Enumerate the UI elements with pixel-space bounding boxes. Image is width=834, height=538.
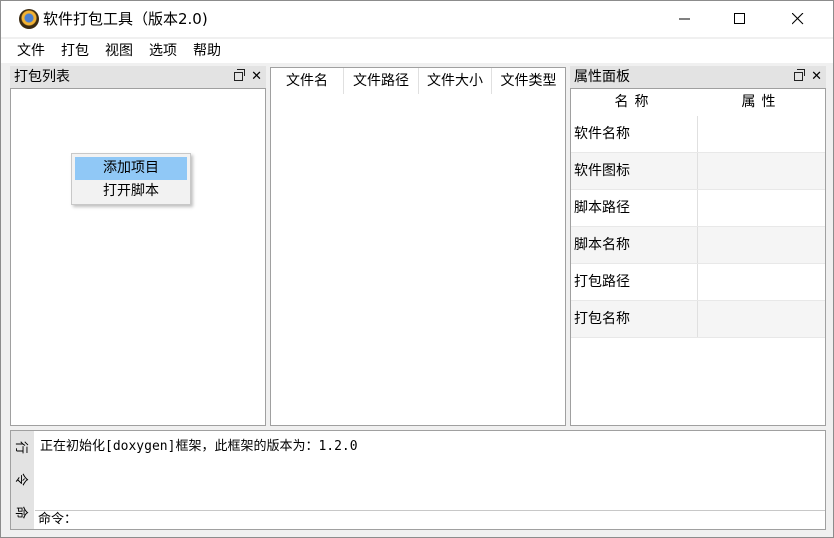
column-value[interactable]: 属性 <box>698 89 825 116</box>
properties-table-header: 名称 属性 <box>571 89 825 116</box>
menu-help[interactable]: 帮助 <box>186 39 228 63</box>
maximize-button[interactable] <box>711 1 769 37</box>
menu-file[interactable]: 文件 <box>10 39 52 63</box>
property-name: 脚本路径 <box>571 190 698 226</box>
property-row[interactable]: 脚本名称 <box>571 227 825 264</box>
menu-view[interactable]: 视图 <box>98 39 140 63</box>
property-value[interactable] <box>698 190 825 226</box>
property-row[interactable]: 软件图标 <box>571 153 825 190</box>
command-input[interactable] <box>77 511 825 529</box>
float-icon[interactable] <box>794 69 806 81</box>
add-project-menu-item[interactable]: 添加项目 <box>75 157 187 180</box>
console-output: 正在初始化[doxygen]框架，此框架的版本为：1.2.0 <box>40 439 358 454</box>
close-icon[interactable]: ✕ <box>251 66 262 88</box>
property-value[interactable] <box>698 301 825 337</box>
property-row[interactable]: 打包名称 <box>571 301 825 338</box>
float-icon[interactable] <box>234 69 246 81</box>
property-value[interactable] <box>698 116 825 152</box>
properties-header: 属性面板 ✕ <box>570 66 826 88</box>
property-name: 打包名称 <box>571 301 698 337</box>
column-file-name[interactable]: 文件名 <box>271 68 344 94</box>
property-value[interactable] <box>698 153 825 189</box>
maximize-icon <box>734 13 745 24</box>
property-name: 打包路径 <box>571 264 698 300</box>
app-icon <box>19 9 39 29</box>
console-side-tab[interactable]: 行 令 命 <box>11 431 34 529</box>
title-bar: 软件打包工具（版本2.0) <box>1 1 833 37</box>
properties-table: 名称 属性 软件名称 软件图标 脚本路径 脚本名称 打包路径 打包名称 <box>571 89 825 338</box>
menu-bar: 文件 打包 视图 选项 帮助 <box>1 39 833 63</box>
context-menu: 添加项目 打开脚本 <box>71 153 191 205</box>
property-value[interactable] <box>698 227 825 263</box>
property-row[interactable]: 打包路径 <box>571 264 825 301</box>
close-button[interactable] <box>769 1 827 37</box>
column-file-size[interactable]: 文件大小 <box>419 68 492 94</box>
column-name[interactable]: 名称 <box>571 89 698 116</box>
window-title: 软件打包工具（版本2.0) <box>43 10 208 28</box>
close-icon <box>792 13 804 25</box>
command-prompt: 命令： <box>38 512 78 527</box>
console-side-char: 命 <box>12 506 28 520</box>
file-table-header: 文件名 文件路径 文件大小 文件类型 <box>271 68 565 94</box>
console-panel: 行 令 命 正在初始化[doxygen]框架，此框架的版本为：1.2.0 命令： <box>10 430 826 530</box>
properties-title: 属性面板 <box>574 69 630 85</box>
property-name: 软件图标 <box>571 153 698 189</box>
property-name: 脚本名称 <box>571 227 698 263</box>
minimize-button[interactable] <box>656 1 714 37</box>
package-list-panel[interactable] <box>10 88 266 426</box>
menu-options[interactable]: 选项 <box>142 39 184 63</box>
command-row: 命令： <box>35 510 825 529</box>
column-file-path[interactable]: 文件路径 <box>344 68 419 94</box>
app-window: 软件打包工具（版本2.0) 文件 打包 视图 选项 帮助 打包列表 ✕ 添加项目… <box>0 0 834 538</box>
menu-package[interactable]: 打包 <box>54 39 96 63</box>
package-list-header: 打包列表 ✕ <box>10 66 266 88</box>
console-side-char: 行 <box>12 440 28 454</box>
property-row[interactable]: 软件名称 <box>571 116 825 153</box>
property-row[interactable]: 脚本路径 <box>571 190 825 227</box>
open-script-menu-item[interactable]: 打开脚本 <box>75 180 187 203</box>
close-icon[interactable]: ✕ <box>811 66 822 88</box>
column-file-type[interactable]: 文件类型 <box>492 68 565 94</box>
file-table[interactable]: 文件名 文件路径 文件大小 文件类型 <box>270 67 566 426</box>
properties-panel: 名称 属性 软件名称 软件图标 脚本路径 脚本名称 打包路径 打包名称 <box>570 88 826 426</box>
package-list-title: 打包列表 <box>14 69 70 85</box>
console-side-char: 令 <box>12 473 28 487</box>
minimize-icon <box>679 18 690 20</box>
property-value[interactable] <box>698 264 825 300</box>
property-name: 软件名称 <box>571 116 698 152</box>
